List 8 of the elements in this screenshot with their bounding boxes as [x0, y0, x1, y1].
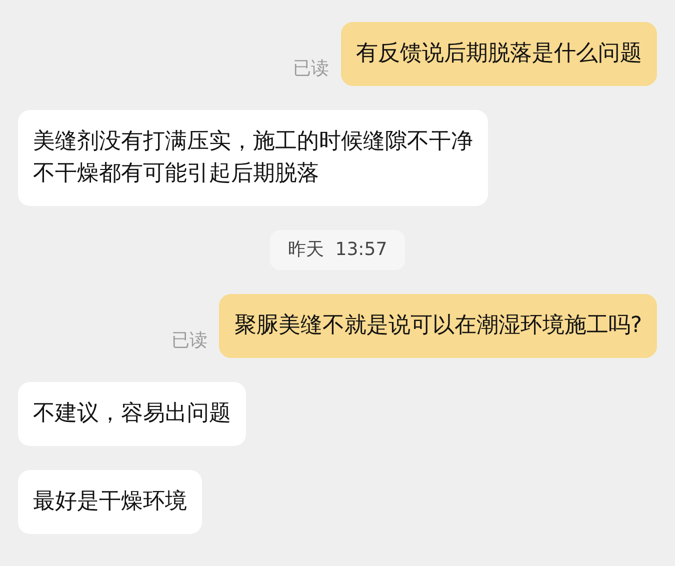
received-message: 不建议，容易出问题: [18, 382, 246, 446]
read-status: 已读: [171, 329, 208, 352]
sent-message: 有反馈说后期脱落是什么问题: [341, 22, 657, 86]
received-message: 最好是干燥环境: [18, 470, 202, 534]
timestamp: 昨天 13:57: [270, 230, 406, 270]
received-message: 美缝剂没有打满压实，施工的时候缝隙不干净不干燥都有可能引起后期脱落: [18, 110, 488, 206]
read-status: 已读: [293, 57, 329, 80]
sent-message: 聚脲美缝不就是说可以在潮湿环境施工吗?: [219, 294, 657, 358]
